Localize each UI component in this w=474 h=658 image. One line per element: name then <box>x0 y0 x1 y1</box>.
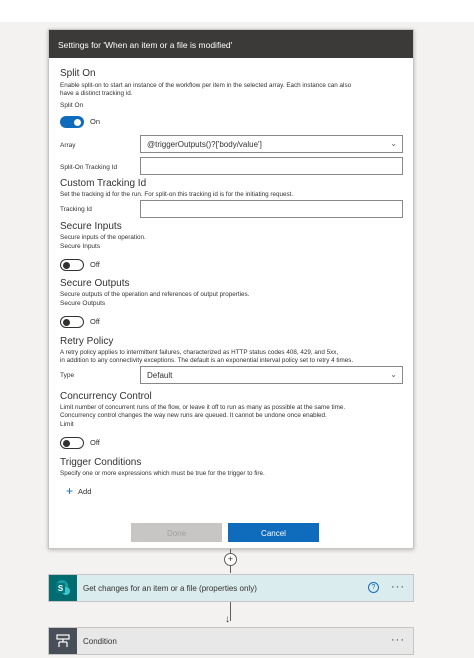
condition-icon <box>49 628 77 654</box>
split-on-toggle-state: On <box>90 117 101 126</box>
sharepoint-icon: S <box>49 575 77 601</box>
concurrency-title: Concurrency Control <box>60 391 152 402</box>
secure-outputs-toggle-state: Off <box>90 317 100 326</box>
concurrency-desc-line2: Concurrency control changes the way new … <box>60 412 327 419</box>
toggle-knob <box>74 118 81 126</box>
tracking-id-label: Tracking Id <box>60 206 92 213</box>
toggle-knob <box>63 318 70 326</box>
retry-desc-line2: in addition to any connectivity exceptio… <box>60 357 354 364</box>
retry-type-dropdown[interactable]: Default ⌄ <box>140 366 403 384</box>
step-title: Condition <box>83 637 117 646</box>
secure-outputs-toggle[interactable] <box>60 316 84 328</box>
concurrency-toggle-label: Limit <box>60 421 74 428</box>
connector-line <box>230 566 231 573</box>
split-on-tracking-input[interactable] <box>140 157 403 175</box>
secure-inputs-title: Secure Inputs <box>60 221 122 232</box>
concurrency-description: Limit number of concurrent runs of the f… <box>60 404 405 420</box>
svg-text:S: S <box>58 584 64 593</box>
retry-desc-line1: A retry policy applies to intermittent f… <box>60 349 339 356</box>
step-condition[interactable]: Condition ··· <box>48 627 414 655</box>
secure-outputs-title: Secure Outputs <box>60 278 130 289</box>
cancel-button[interactable]: Cancel <box>228 523 319 542</box>
custom-tracking-description: Set the tracking id for the run. For spl… <box>60 191 294 198</box>
insert-step-button[interactable]: + <box>224 553 237 566</box>
concurrency-desc-line1: Limit number of concurrent runs of the f… <box>60 404 346 411</box>
more-options-button[interactable]: ··· <box>391 634 405 646</box>
concurrency-limit-toggle[interactable] <box>60 437 84 449</box>
trigger-conditions-description: Specify one or more expressions which mu… <box>60 470 265 477</box>
arrow-down-icon: ↓ <box>225 614 230 625</box>
retry-type-value: Default <box>147 371 173 380</box>
tracking-label: Split-On Tracking Id <box>60 164 118 171</box>
toggle-knob <box>63 261 70 269</box>
array-dropdown[interactable]: @triggerOutputs()?['body/value'] ⌄ <box>140 135 403 153</box>
step-get-changes[interactable]: S Get changes for an item or a file (pro… <box>48 574 414 602</box>
secure-outputs-description: Secure outputs of the operation and refe… <box>60 291 250 298</box>
split-on-desc-line2: have a distinct tracking id. <box>60 90 133 97</box>
secure-outputs-toggle-label: Secure Outputs <box>60 300 106 307</box>
plus-icon: + <box>66 484 74 498</box>
panel-title: Settings for 'When an item or a file is … <box>49 30 413 58</box>
chevron-down-icon: ⌄ <box>390 370 397 379</box>
add-condition-button[interactable]: + Add <box>66 484 92 498</box>
split-on-title: Split On <box>60 68 96 79</box>
custom-tracking-title: Custom Tracking Id <box>60 178 147 189</box>
concurrency-toggle-state: Off <box>90 438 100 447</box>
top-strip <box>0 0 474 22</box>
split-on-description: Enable split-on to start an instance of … <box>60 82 405 98</box>
settings-panel: Settings for 'When an item or a file is … <box>48 29 414 549</box>
connector-line <box>230 602 231 621</box>
array-value: @triggerOutputs()?['body/value'] <box>147 140 262 149</box>
secure-inputs-toggle-state: Off <box>90 260 100 269</box>
secure-inputs-toggle[interactable] <box>60 259 84 271</box>
split-on-toggle[interactable] <box>60 116 84 128</box>
toggle-knob <box>63 439 70 447</box>
help-icon[interactable]: ? <box>368 582 379 593</box>
retry-type-label: Type <box>60 372 75 379</box>
retry-policy-title: Retry Policy <box>60 336 114 347</box>
retry-policy-description: A retry policy applies to intermittent f… <box>60 349 405 365</box>
trigger-conditions-title: Trigger Conditions <box>60 457 142 468</box>
more-options-button[interactable]: ··· <box>391 581 405 593</box>
split-on-desc-line1: Enable split-on to start an instance of … <box>60 82 352 89</box>
chevron-down-icon: ⌄ <box>390 139 397 148</box>
step-title: Get changes for an item or a file (prope… <box>83 584 257 593</box>
tracking-id-input[interactable] <box>140 200 403 218</box>
done-button[interactable]: Done <box>131 523 222 542</box>
secure-inputs-description: Secure inputs of the operation. <box>60 234 146 241</box>
array-label: Array <box>60 142 76 149</box>
split-on-toggle-label: Split On <box>60 102 84 109</box>
add-label: Add <box>78 486 92 496</box>
secure-inputs-toggle-label: Secure Inputs <box>60 243 101 250</box>
